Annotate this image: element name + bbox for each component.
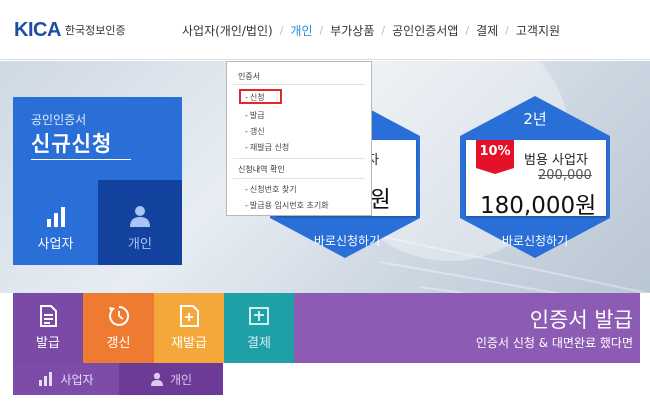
nav-separator: / bbox=[279, 24, 284, 37]
renew-clock-icon bbox=[108, 305, 129, 326]
product-apply-link[interactable]: 바로신청하기 bbox=[490, 232, 580, 249]
discount-badge: 10% bbox=[476, 140, 514, 174]
dropdown-item-issue[interactable]: - 발급 bbox=[245, 110, 265, 121]
person-icon bbox=[130, 206, 150, 227]
issue-individual-label: 개인 bbox=[169, 372, 193, 387]
person-icon bbox=[150, 372, 163, 386]
dropdown-item-renew[interactable]: - 갱신 bbox=[245, 126, 265, 137]
issue-business-tab[interactable]: 사업자 bbox=[13, 363, 119, 395]
logo-mark: KICA bbox=[14, 18, 61, 41]
service-issue[interactable]: 발급 bbox=[13, 293, 83, 363]
service-renew[interactable]: 갱신 bbox=[83, 293, 154, 363]
issue-individual-tab[interactable]: 개인 bbox=[119, 363, 223, 395]
dropdown-divider bbox=[233, 178, 365, 179]
apply-individual-tile[interactable]: 개인 bbox=[98, 180, 182, 265]
dropdown-item-reset-temp-number[interactable]: - 발급용 임시번호 초기화 bbox=[245, 200, 329, 211]
nav-payment[interactable]: 결제 bbox=[476, 22, 498, 39]
main-nav: 사업자(개인/법인) / 개인 / 부가상품 / 공인인증서앱 / 결제 / 고… bbox=[182, 22, 560, 39]
issue-banner-subtitle: 인증서 신청 & 대면완료 했다면 bbox=[475, 336, 633, 350]
kica-logo[interactable]: KICA 한국정보인증 bbox=[14, 19, 126, 41]
payment-icon bbox=[249, 307, 269, 325]
document-icon bbox=[40, 305, 57, 327]
product-name: 범용 사업자 bbox=[524, 153, 588, 168]
service-reissue-label: 재발급 bbox=[171, 336, 207, 351]
apply-title: 신규신청 bbox=[31, 132, 113, 156]
bar-chart-icon bbox=[39, 372, 53, 386]
nav-addon-products[interactable]: 부가상품 bbox=[330, 22, 374, 39]
dropdown-group-history: 신청내역 확인 bbox=[238, 165, 285, 174]
product-card-2[interactable]: 2년 10% 범용 사업자 200,000 180,000원 바로신청하기 bbox=[452, 94, 618, 260]
product-apply-link[interactable]: 바로신청하기 bbox=[302, 232, 392, 249]
nav-support[interactable]: 고객지원 bbox=[516, 22, 560, 39]
bar-chart-icon bbox=[46, 207, 65, 227]
nav-separator: / bbox=[381, 24, 386, 37]
dropdown-group-certificate: 인증서 bbox=[238, 72, 261, 81]
apply-subtitle: 공인인증서 bbox=[31, 113, 87, 127]
dropdown-item-find-number[interactable]: - 신청번호 찾기 bbox=[245, 184, 297, 195]
logo-text: 한국정보인증 bbox=[64, 24, 126, 37]
issue-business-label: 사업자 bbox=[60, 372, 94, 387]
product-price: 180,000원 bbox=[480, 193, 597, 219]
nav-separator: / bbox=[319, 24, 324, 37]
apply-underline bbox=[31, 159, 131, 160]
issue-banner-title[interactable]: 인증서 발급 bbox=[530, 304, 633, 334]
dropdown-item-apply[interactable]: - 신청 bbox=[245, 92, 265, 103]
dropdown-divider bbox=[233, 84, 365, 85]
dropdown-item-reissue[interactable]: - 재발급 신청 bbox=[245, 142, 289, 153]
service-payment[interactable]: 결제 bbox=[224, 293, 294, 363]
nav-cert-app[interactable]: 공인인증서앱 bbox=[392, 22, 458, 39]
nav-separator: / bbox=[505, 24, 509, 37]
service-reissue[interactable]: 재발급 bbox=[154, 293, 224, 363]
add-document-icon bbox=[180, 305, 199, 327]
service-payment-label: 결제 bbox=[247, 336, 271, 351]
nav-separator: / bbox=[465, 24, 470, 37]
service-renew-label: 갱신 bbox=[106, 336, 131, 351]
nav-individual[interactable]: 개인 bbox=[290, 22, 312, 39]
product-year: 2년 bbox=[523, 110, 547, 128]
apply-business-tile[interactable]: 사업자 bbox=[13, 180, 98, 265]
individual-dropdown-menu: 인증서 - 신청 - 발급 - 갱신 - 재발급 신청 신청내역 확인 - 신청번호 찾기… bbox=[226, 61, 372, 216]
apply-business-label: 사업자 bbox=[37, 237, 74, 252]
dropdown-divider bbox=[233, 158, 365, 159]
product-old-price: 200,000 bbox=[538, 168, 592, 183]
apply-individual-label: 개인 bbox=[128, 237, 152, 252]
site-header: KICA 한국정보인증 사업자(개인/법인) / 개인 / 부가상품 / 공인인… bbox=[0, 0, 650, 60]
service-issue-label: 발급 bbox=[36, 336, 60, 351]
page-bottom bbox=[0, 395, 650, 413]
nav-business[interactable]: 사업자(개인/법인) bbox=[182, 22, 273, 39]
